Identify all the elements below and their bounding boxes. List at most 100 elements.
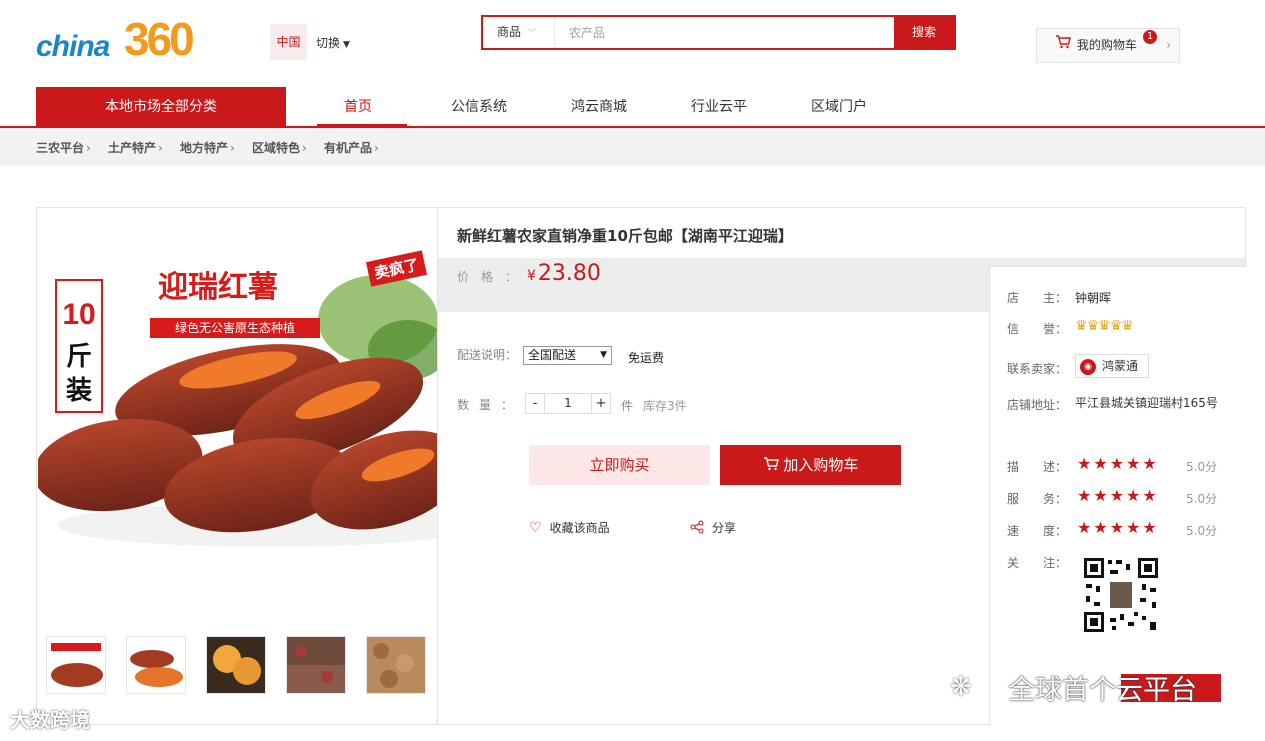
search-category-label: 商品 [497, 25, 522, 39]
rating-score: 5.0分 [1186, 460, 1218, 474]
favorite-label: 收藏该商品 [549, 521, 610, 535]
add-to-cart-button[interactable]: 加入购物车 [720, 445, 901, 485]
rating-label: 服 务： [1007, 492, 1068, 506]
store-address-label: 店铺地址： [1007, 398, 1068, 412]
share-icon [690, 520, 704, 536]
price-label: 价格： [457, 270, 530, 284]
follow-label: 关 注： [1007, 556, 1068, 570]
logo-text-china: china [36, 30, 110, 63]
store-address: 平江县城关镇迎瑞村165号 [1075, 396, 1218, 410]
rating-stars: ★★★★★ [1077, 518, 1159, 537]
contact-seller-button[interactable]: ◉ 鸿蒙通 [1075, 354, 1149, 378]
image-tagline: 绿色无公害原生态种植 [150, 318, 320, 338]
chevron-right-icon: › [302, 141, 307, 155]
add-to-cart-label: 加入购物车 [783, 456, 859, 474]
site-logo[interactable]: china 360 [36, 12, 246, 74]
search-category-select[interactable]: 商品 ﹀ [483, 17, 555, 48]
breadcrumb-item[interactable]: 土产特产 › [108, 139, 163, 156]
product-price: ¥23.80 [527, 261, 601, 286]
breadcrumb-label: 地方特产 [180, 141, 229, 155]
crown-icon: ♛ [1109, 318, 1123, 334]
switch-label: 切换 [316, 36, 341, 50]
watermark-text: 全球首个云平台 [1008, 675, 1197, 706]
breadcrumb-label: 有机产品 [324, 141, 373, 155]
rating-stars: ★★★★★ [1077, 486, 1159, 505]
store-owner: 钟朝晖 [1075, 291, 1112, 305]
breadcrumb-item[interactable]: 有机产品 › [324, 139, 379, 156]
crown-icon: ♛ [1086, 318, 1100, 334]
corner-watermark: 大数跨境 [10, 708, 90, 732]
qr-code [1082, 556, 1160, 634]
cart-icon [1055, 29, 1073, 62]
thumbnail[interactable] [286, 636, 346, 694]
all-categories-button[interactable]: 本地市场全部分类 [36, 87, 286, 127]
image-weight-unit: 斤 [65, 342, 92, 372]
region-switch[interactable]: 切换 ▼ [316, 34, 350, 51]
cart-button[interactable]: 我的购物车 1 › [1036, 28, 1180, 63]
image-brand-text: 迎瑞红薯 [158, 270, 278, 305]
quantity-input[interactable]: 1 [545, 393, 591, 414]
nav-item-hongyun-mall[interactable]: 鸿云商城 [571, 96, 627, 116]
store-credit-label: 信 誉： [1007, 322, 1068, 336]
heart-icon: ♡ [529, 520, 542, 536]
cart-label: 我的购物车 [1076, 38, 1137, 52]
quantity-label: 数量： [457, 398, 524, 412]
share-button[interactable]: 分享 [690, 519, 736, 536]
quantity-increase-button[interactable]: + [591, 393, 611, 414]
chevron-down-icon: ﹀ [527, 29, 537, 39]
rating-score: 5.0分 [1186, 492, 1218, 506]
nav-item-credit-system[interactable]: 公信系统 [451, 96, 507, 116]
contact-seller-label: 鸿蒙通 [1102, 359, 1139, 373]
chevron-right-icon: › [374, 141, 379, 155]
shipping-fee: 免运费 [628, 351, 665, 365]
crown-icon: ♛ [1121, 318, 1134, 334]
price-value: 23.80 [537, 261, 601, 286]
quantity-unit: 件 [621, 399, 634, 413]
breadcrumb-item[interactable]: 区域特色 › [252, 139, 307, 156]
thumbnail[interactable] [126, 636, 186, 694]
search-bar: 商品 ﹀ 搜索 [481, 15, 956, 50]
chevron-right-icon: › [1166, 38, 1171, 52]
product-title: 新鲜红薯农家直销净重10斤包邮【湖南平江迎瑞】 [457, 227, 793, 245]
breadcrumb-label: 土产特产 [108, 141, 157, 155]
nav-item-regional-portal[interactable]: 区域门户 [811, 96, 867, 116]
buy-now-button[interactable]: 立即购买 [529, 445, 710, 485]
chevron-right-icon: › [230, 141, 235, 155]
store-owner-label: 店 主： [1007, 291, 1068, 305]
image-weight-pack: 装 [65, 376, 92, 406]
breadcrumb-label: 三农平台 [36, 141, 85, 155]
region-label: 中国 [270, 24, 307, 60]
thumbnail[interactable] [206, 636, 266, 694]
search-button[interactable]: 搜索 [894, 17, 954, 48]
rating-label: 速 度： [1007, 524, 1068, 538]
product-main-image[interactable]: 迎瑞红薯 绿色无公害原生态种植 卖疯了 10 斤 装 [38, 240, 437, 563]
wechat-icon: ❋ [950, 672, 972, 702]
caret-down-icon: ▼ [600, 350, 607, 360]
thumbnail[interactable] [366, 636, 426, 694]
favorite-button[interactable]: ♡ 收藏该商品 [529, 519, 610, 536]
breadcrumb-item[interactable]: 地方特产 › [180, 139, 235, 156]
rating-stars: ★★★★★ [1077, 454, 1159, 473]
chevron-right-icon: › [86, 141, 91, 155]
shipping-select[interactable]: 全国配送 ▼ [523, 346, 612, 365]
nav-item-home[interactable]: 首页 [344, 96, 372, 116]
cart-count-badge: 1 [1143, 30, 1157, 44]
crown-icon: ♛ [1098, 318, 1111, 334]
breadcrumb-label: 区域特色 [252, 141, 301, 155]
shipping-option: 全国配送 [528, 348, 577, 362]
cart-icon [763, 456, 779, 474]
logo-text-360: 360 [124, 13, 195, 65]
currency-symbol: ¥ [527, 268, 536, 284]
caret-down-icon: ▼ [343, 40, 350, 50]
nav-item-industry-cloud[interactable]: 行业云平 [691, 96, 747, 116]
thumbnail[interactable] [46, 636, 106, 694]
share-label: 分享 [712, 521, 737, 535]
quantity-decrease-button[interactable]: - [525, 393, 545, 414]
search-input[interactable] [555, 17, 895, 48]
chevron-right-icon: › [158, 141, 163, 155]
credit-crowns: ♛♛♛♛♛ [1075, 318, 1134, 334]
rating-label: 描 述： [1007, 460, 1068, 474]
stock-count: 库存3件 [643, 399, 687, 413]
store-contact-label: 联系卖家： [1007, 362, 1068, 376]
breadcrumb-item[interactable]: 三农平台 › [36, 139, 91, 156]
